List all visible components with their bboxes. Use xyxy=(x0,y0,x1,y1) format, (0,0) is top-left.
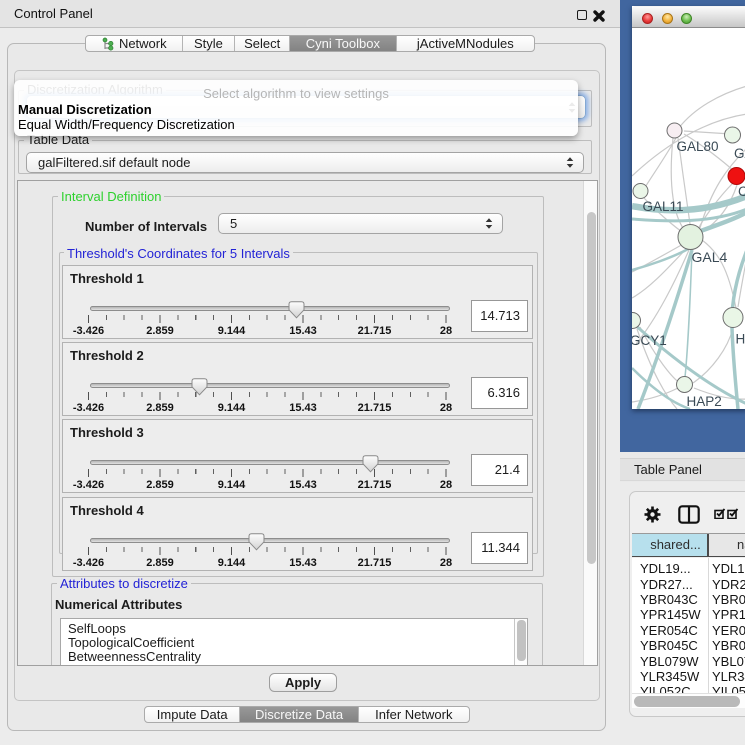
svg-text:GAL80: GAL80 xyxy=(677,139,719,154)
svg-text:HIS4: HIS4 xyxy=(736,332,745,347)
svg-text:GAL4: GAL4 xyxy=(692,249,728,265)
svg-text:GAL3: GAL3 xyxy=(734,146,745,161)
svg-text:CD: CD xyxy=(738,184,745,199)
svg-text:HAP2: HAP2 xyxy=(687,394,722,409)
svg-text:GAL11: GAL11 xyxy=(643,199,684,214)
svg-text:GCY1: GCY1 xyxy=(632,333,667,348)
